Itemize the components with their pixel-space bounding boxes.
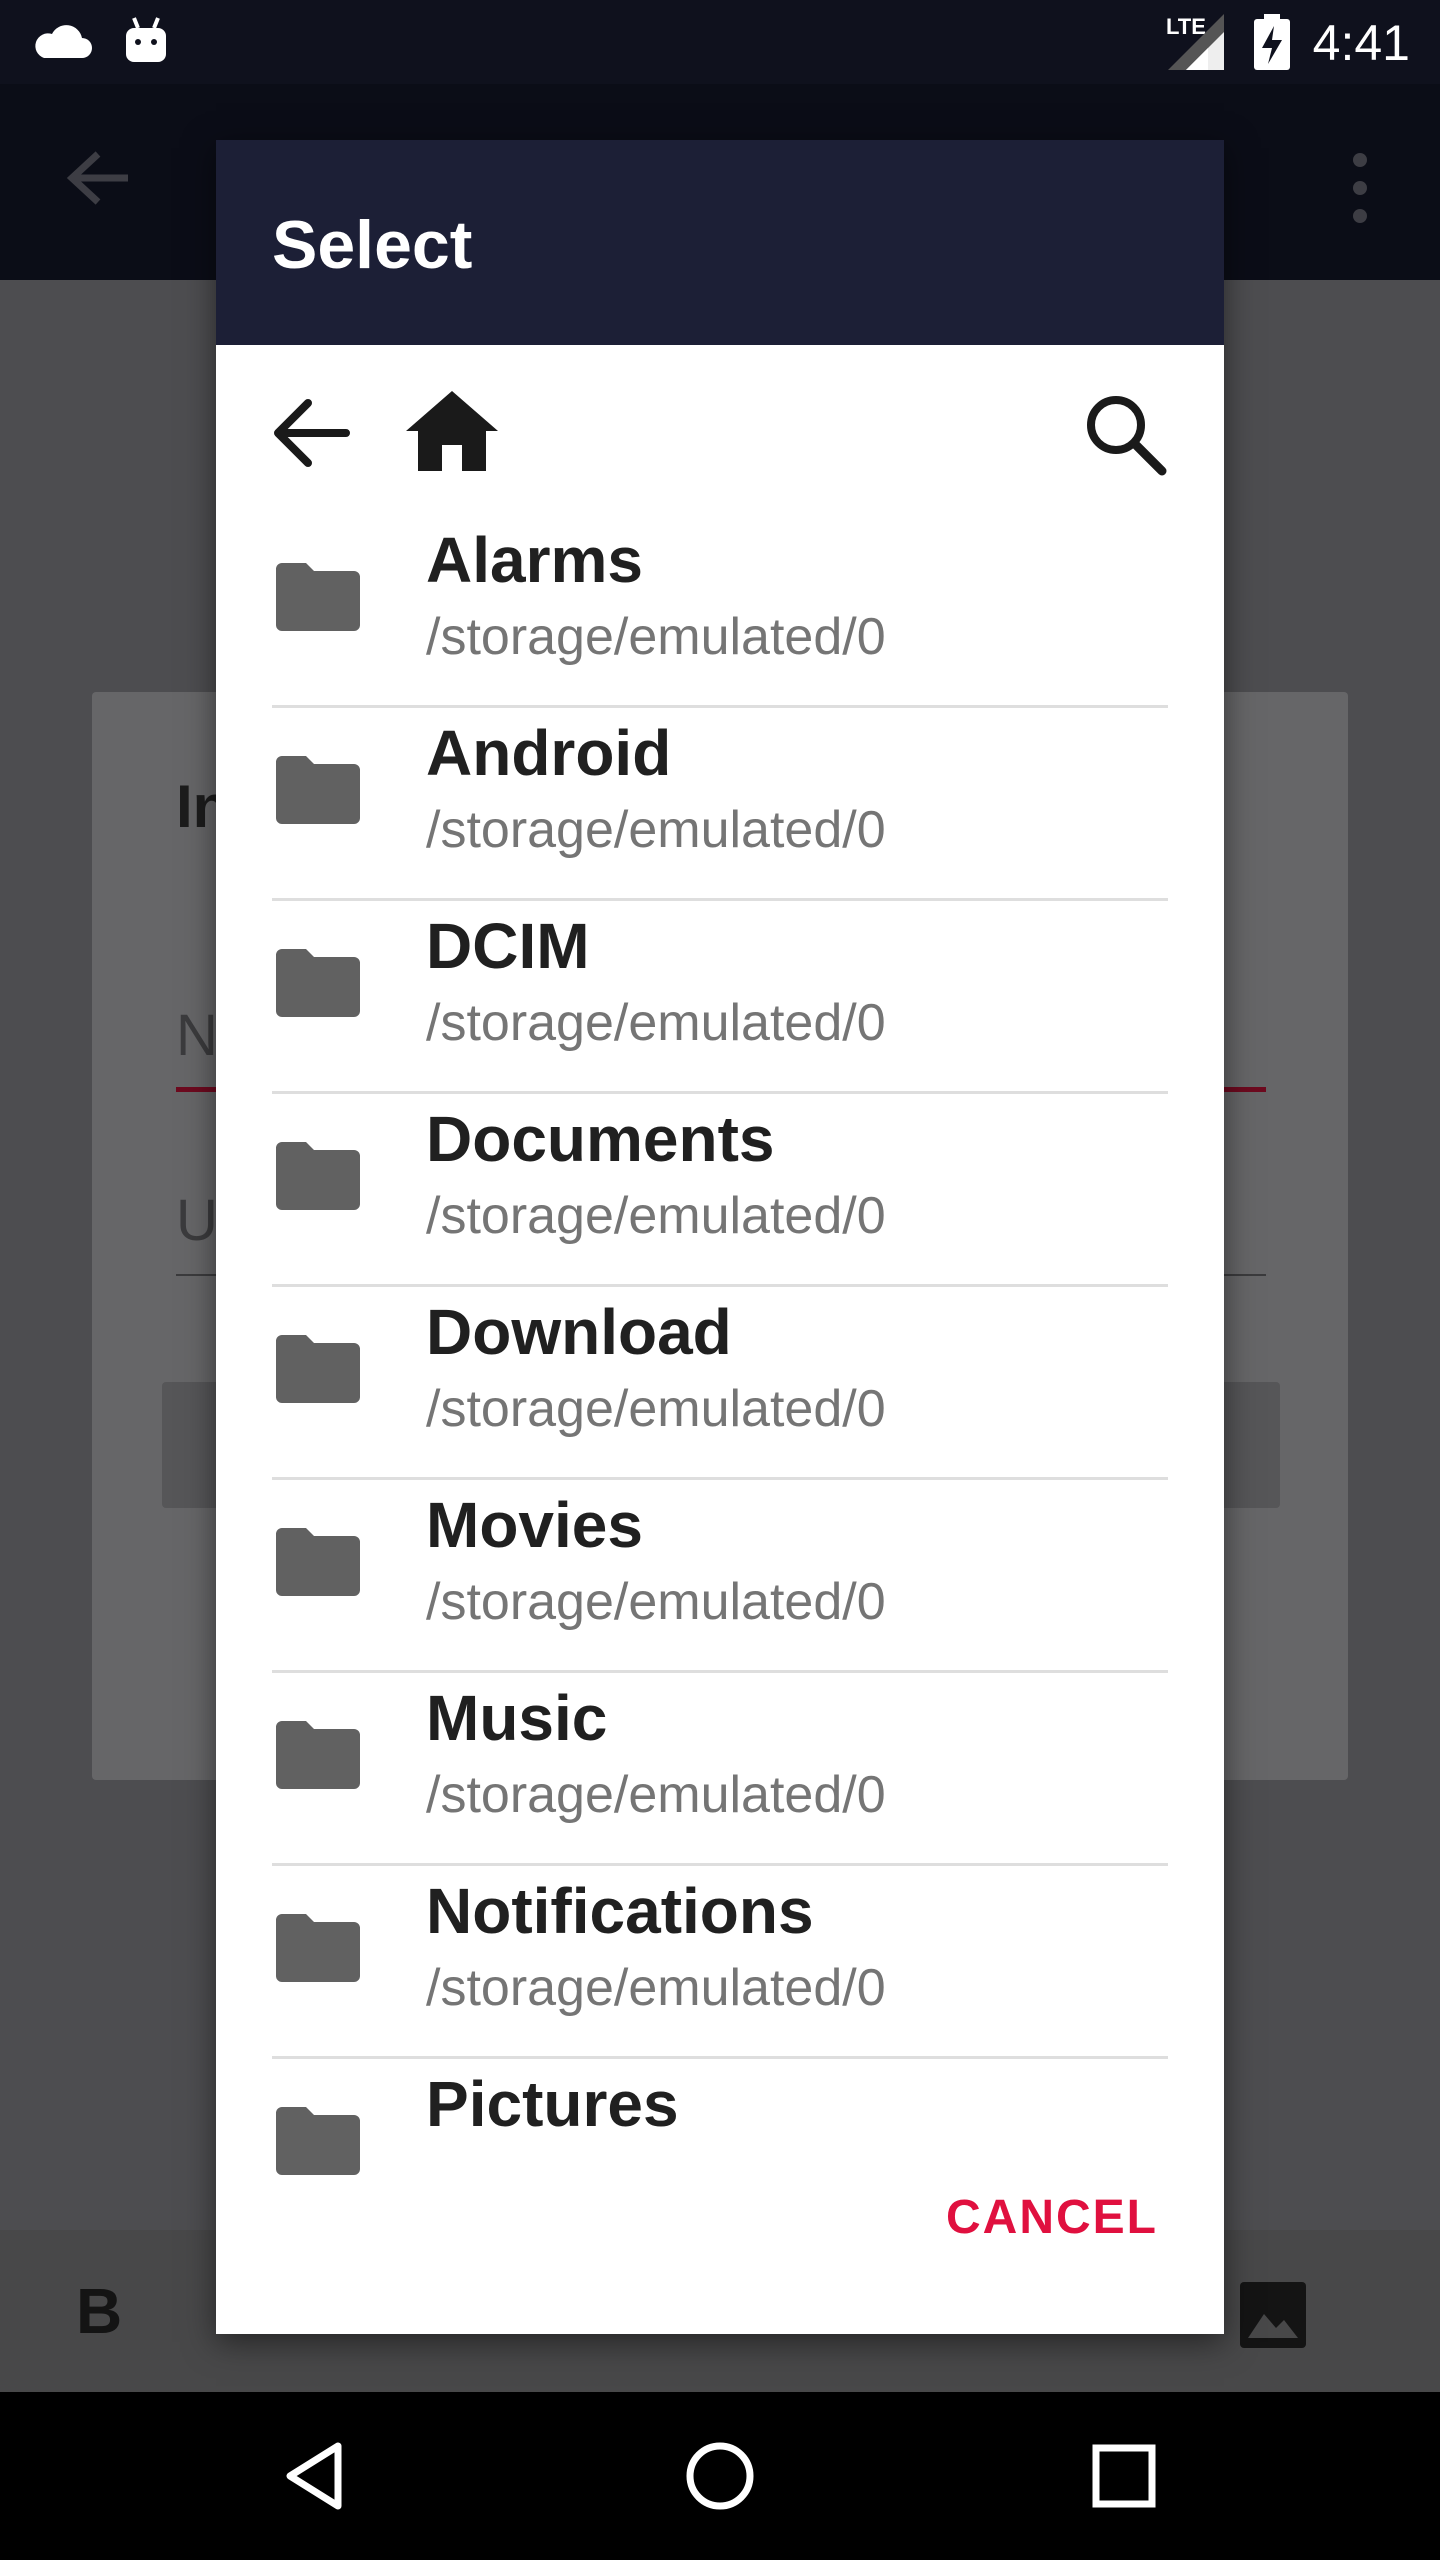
- dialog-toolbar: [216, 345, 1224, 515]
- folder-name: Alarms: [426, 524, 643, 596]
- background-field2-hint: U: [176, 1188, 218, 1253]
- folder-path: /storage/emulated/0: [426, 608, 886, 666]
- app-more-icon[interactable]: [1348, 150, 1372, 226]
- list-item-documents[interactable]: Documents /storage/emulated/0: [272, 1094, 1168, 1287]
- search-icon[interactable]: [1082, 391, 1168, 477]
- folder-icon: [276, 949, 360, 1017]
- folder-list[interactable]: Alarms /storage/emulated/0 Android /stor…: [216, 515, 1224, 2240]
- folder-name: Download: [426, 1296, 732, 1368]
- folder-name: Notifications: [426, 1875, 814, 1947]
- image-insert-icon: [1240, 2282, 1306, 2348]
- dialog-title: Select: [272, 207, 473, 283]
- list-item-dcim[interactable]: DCIM /storage/emulated/0: [272, 901, 1168, 1094]
- folder-name: Music: [426, 1682, 608, 1754]
- app-back-arrow-icon[interactable]: [64, 148, 134, 208]
- bold-format-button: B: [76, 2275, 123, 2347]
- recents-square-icon[interactable]: [1084, 2436, 1164, 2516]
- folder-icon: [276, 2107, 360, 2175]
- list-item-android[interactable]: Android /storage/emulated/0: [272, 708, 1168, 901]
- folder-path: /storage/emulated/0: [426, 1573, 886, 1631]
- folder-icon: [276, 756, 360, 824]
- folder-icon: [276, 1528, 360, 1596]
- arrow-left-icon[interactable]: [270, 397, 350, 469]
- select-dialog: Select Alarms /storage/emulated/0 Androi…: [216, 140, 1224, 2334]
- folder-icon: [276, 1721, 360, 1789]
- folder-name: Movies: [426, 1489, 643, 1561]
- folder-icon: [276, 1335, 360, 1403]
- battery-charging-icon: [1254, 14, 1290, 70]
- list-item-movies[interactable]: Movies /storage/emulated/0: [272, 1480, 1168, 1673]
- cloud-icon: [35, 25, 92, 58]
- folder-path: /storage/emulated/0: [426, 1380, 886, 1438]
- status-bar: LTE 4:41: [0, 0, 1440, 84]
- system-nav-bar: [0, 2392, 1440, 2560]
- home-circle-icon[interactable]: [680, 2436, 760, 2516]
- lte-signal-icon: [1168, 14, 1224, 70]
- folder-name: Pictures: [426, 2068, 679, 2140]
- folder-icon: [276, 563, 360, 631]
- list-item-notifications[interactable]: Notifications /storage/emulated/0: [272, 1866, 1168, 2059]
- list-item-download[interactable]: Download /storage/emulated/0: [272, 1287, 1168, 1480]
- background-field1-hint: N: [176, 1003, 218, 1068]
- back-triangle-icon[interactable]: [276, 2436, 356, 2516]
- folder-path: /storage/emulated/0: [426, 1187, 886, 1245]
- folder-icon: [276, 1142, 360, 1210]
- list-item-alarms[interactable]: Alarms /storage/emulated/0: [272, 515, 1168, 708]
- folder-name: DCIM: [426, 910, 590, 982]
- home-icon[interactable]: [406, 391, 498, 471]
- folder-path: /storage/emulated/0: [426, 1959, 886, 2017]
- folder-name: Android: [426, 717, 672, 789]
- status-time: 4:41: [1312, 15, 1410, 71]
- folder-name: Documents: [426, 1103, 775, 1175]
- folder-icon: [276, 1914, 360, 1982]
- folder-path: /storage/emulated/0: [426, 1766, 886, 1824]
- cancel-button[interactable]: CANCEL: [946, 2190, 1158, 2245]
- list-item-music[interactable]: Music /storage/emulated/0: [272, 1673, 1168, 1866]
- android-icon: [126, 17, 166, 62]
- dialog-header: Select: [216, 140, 1224, 345]
- folder-path: /storage/emulated/0: [426, 994, 886, 1052]
- folder-path: /storage/emulated/0: [426, 801, 886, 859]
